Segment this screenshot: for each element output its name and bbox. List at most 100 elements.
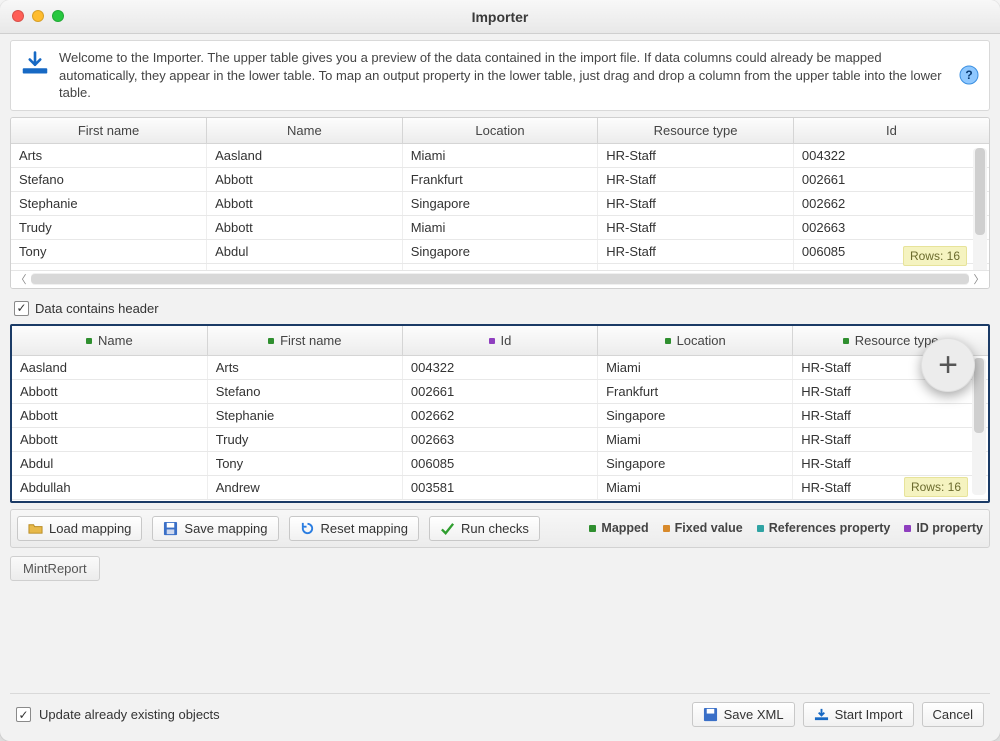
mapping-table-panel: Name First name Id Location Resource type Aa… bbox=[10, 324, 990, 503]
mapping-column-header[interactable]: Location bbox=[598, 326, 793, 356]
welcome-bar: Welcome to the Importer. The upper table… bbox=[10, 40, 990, 111]
preview-column-header[interactable]: Id bbox=[793, 118, 989, 144]
data-contains-header-row: ✓ Data contains header bbox=[10, 295, 990, 318]
minimize-icon[interactable] bbox=[32, 10, 44, 22]
table-cell: Abbott bbox=[12, 427, 207, 451]
import-icon bbox=[814, 707, 829, 722]
table-row[interactable]: TonyAbdulSingaporeHR-Staff006085 bbox=[11, 239, 989, 263]
legend-ref: References property bbox=[757, 521, 891, 535]
preview-column-header[interactable]: First name bbox=[11, 118, 207, 144]
table-row[interactable]: AbdulTony006085SingaporeHR-Staff bbox=[12, 451, 988, 475]
table-cell: Aasland bbox=[207, 143, 403, 167]
table-row[interactable]: ArtsAaslandMiamiHR-Staff004322 bbox=[11, 143, 989, 167]
table-row[interactable]: StefanoAbbottFrankfurtHR-Staff002661 bbox=[11, 167, 989, 191]
save-xml-button[interactable]: Save XML bbox=[692, 702, 795, 727]
legend-fixed: Fixed value bbox=[663, 521, 743, 535]
column-header-label: Id bbox=[501, 333, 512, 348]
table-cell: Miami bbox=[598, 475, 793, 499]
table-cell: 002663 bbox=[402, 427, 597, 451]
cancel-button[interactable]: Cancel bbox=[922, 702, 984, 727]
table-cell: Aasland bbox=[12, 355, 207, 379]
table-cell: Miami bbox=[402, 215, 598, 239]
svg-text:?: ? bbox=[965, 68, 972, 82]
column-header-label: First name bbox=[280, 333, 341, 348]
table-cell: Stefano bbox=[207, 379, 402, 403]
update-existing-checkbox[interactable]: ✓ bbox=[16, 707, 31, 722]
table-cell: Abdullah bbox=[12, 475, 207, 499]
table-cell: 003581 bbox=[402, 475, 597, 499]
table-cell: Miami bbox=[598, 427, 793, 451]
load-mapping-button[interactable]: Load mapping bbox=[17, 516, 142, 541]
help-icon[interactable]: ? bbox=[959, 65, 979, 85]
mapping-row-count-badge: Rows: 16 bbox=[904, 477, 968, 497]
scroll-left-icon[interactable]: 〈 bbox=[13, 272, 29, 286]
preview-horizontal-scrollbar[interactable]: 〈 〉 bbox=[11, 270, 989, 288]
preview-column-header[interactable]: Resource type bbox=[598, 118, 794, 144]
table-cell: Frankfurt bbox=[598, 379, 793, 403]
table-cell: Abbott bbox=[12, 379, 207, 403]
table-row[interactable]: TrudyAbbottMiamiHR-Staff002663 bbox=[11, 215, 989, 239]
table-row[interactable]: AbdullahAndrew003581MiamiHR-Staff bbox=[12, 475, 988, 499]
reset-mapping-button[interactable]: Reset mapping bbox=[289, 516, 419, 541]
window-title: Importer bbox=[0, 9, 1000, 25]
preview-table-panel: First nameNameLocationResource typeId Ar… bbox=[10, 117, 990, 289]
add-column-fab[interactable]: + bbox=[921, 338, 975, 392]
table-cell: 004322 bbox=[793, 143, 989, 167]
table-row[interactable]: AbbottTrudy002663MiamiHR-Staff bbox=[12, 427, 988, 451]
table-cell: Tony bbox=[11, 239, 207, 263]
preview-row-count-badge: Rows: 16 bbox=[903, 246, 967, 266]
reset-icon bbox=[300, 521, 315, 536]
table-cell: Arts bbox=[207, 355, 402, 379]
table-cell: 002661 bbox=[793, 167, 989, 191]
mapping-column-header[interactable]: First name bbox=[207, 326, 402, 356]
table-cell: Frankfurt bbox=[402, 167, 598, 191]
start-import-label: Start Import bbox=[835, 707, 903, 722]
footer: ✓ Update already existing objects Save X… bbox=[10, 693, 990, 731]
table-row[interactable]: AaslandArts004322MiamiHR-Staff bbox=[12, 355, 988, 379]
check-icon bbox=[440, 521, 455, 536]
importer-window: Importer Welcome to the Importer. The up… bbox=[0, 0, 1000, 741]
table-row[interactable]: AbbottStephanie002662SingaporeHR-Staff bbox=[12, 403, 988, 427]
table-cell: HR-Staff bbox=[598, 167, 794, 191]
run-checks-button[interactable]: Run checks bbox=[429, 516, 540, 541]
mapping-toolbar: Load mapping Save mapping Reset mapping … bbox=[10, 509, 990, 548]
column-header-label: Resource type bbox=[855, 333, 939, 348]
mapped-marker-icon bbox=[665, 338, 671, 344]
table-cell: 002661 bbox=[402, 379, 597, 403]
legend-mapped: Mapped bbox=[589, 521, 648, 535]
cancel-label: Cancel bbox=[933, 707, 973, 722]
table-cell: 006085 bbox=[402, 451, 597, 475]
preview-column-header[interactable]: Location bbox=[402, 118, 598, 144]
scroll-right-icon[interactable]: 〉 bbox=[971, 272, 987, 286]
run-checks-label: Run checks bbox=[461, 521, 529, 536]
id-property-marker-icon bbox=[489, 338, 495, 344]
table-cell: Abdul bbox=[207, 239, 403, 263]
save-xml-label: Save XML bbox=[724, 707, 784, 722]
mapping-vertical-scrollbar[interactable] bbox=[972, 358, 986, 495]
table-cell: Singapore bbox=[402, 191, 598, 215]
start-import-button[interactable]: Start Import bbox=[803, 702, 914, 727]
table-row[interactable]: StephanieAbbottSingaporeHR-Staff002662 bbox=[11, 191, 989, 215]
close-icon[interactable] bbox=[12, 10, 24, 22]
table-cell: Abbott bbox=[207, 215, 403, 239]
report-tab[interactable]: MintReport bbox=[10, 556, 100, 581]
data-contains-header-checkbox[interactable]: ✓ bbox=[14, 301, 29, 316]
table-cell: HR-Staff bbox=[793, 451, 988, 475]
zoom-icon[interactable] bbox=[52, 10, 64, 22]
content-area: Welcome to the Importer. The upper table… bbox=[0, 34, 1000, 741]
mapping-column-header[interactable]: Name bbox=[12, 326, 207, 356]
table-cell: Abbott bbox=[207, 191, 403, 215]
save-mapping-button[interactable]: Save mapping bbox=[152, 516, 278, 541]
legend: Mapped Fixed value References property I… bbox=[589, 521, 983, 535]
mapping-column-header[interactable]: Id bbox=[402, 326, 597, 356]
table-cell: Stephanie bbox=[207, 403, 402, 427]
table-cell: HR-Staff bbox=[598, 191, 794, 215]
preview-column-header[interactable]: Name bbox=[207, 118, 403, 144]
save-icon bbox=[703, 707, 718, 722]
save-mapping-label: Save mapping bbox=[184, 521, 267, 536]
table-cell: Trudy bbox=[11, 215, 207, 239]
preview-vertical-scrollbar[interactable] bbox=[973, 148, 987, 282]
table-cell: HR-Staff bbox=[598, 143, 794, 167]
table-row[interactable]: AbbottStefano002661FrankfurtHR-Staff bbox=[12, 379, 988, 403]
data-contains-header-label: Data contains header bbox=[35, 301, 159, 316]
